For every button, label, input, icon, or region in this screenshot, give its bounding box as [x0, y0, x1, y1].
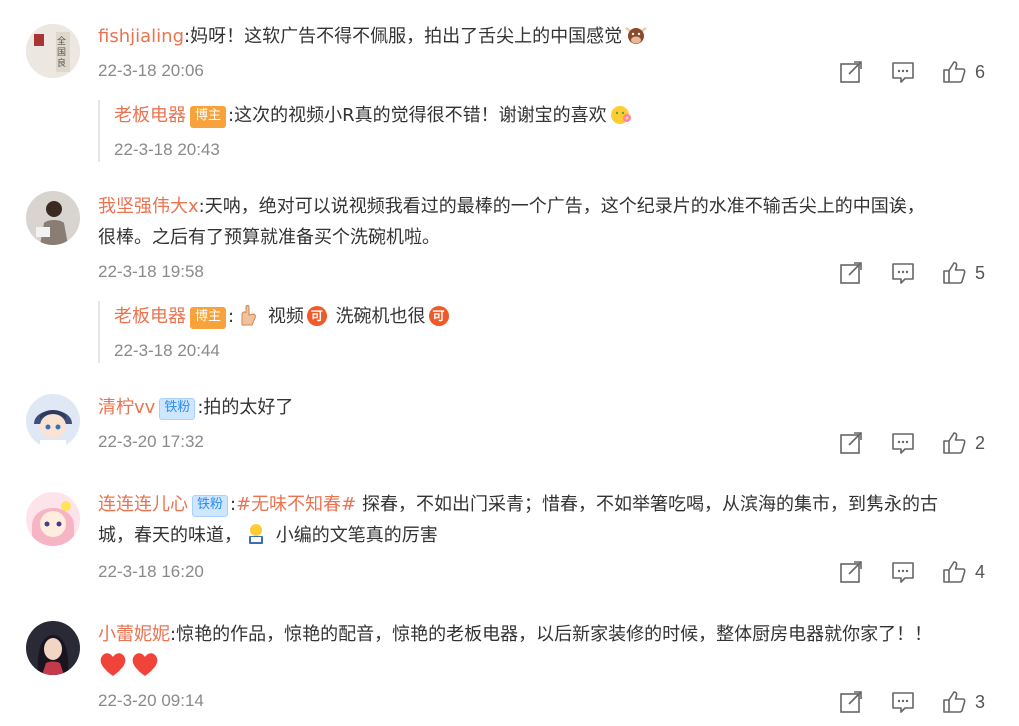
svg-text:全: 全 [57, 35, 66, 47]
avatar[interactable]: 全 国 良 [26, 24, 80, 78]
comment-content: 拍的太好了 [203, 397, 294, 418]
share-icon [838, 559, 864, 585]
comment-time: 22-3-18 19:58 [98, 262, 204, 281]
fan-badge: 铁粉 [159, 398, 196, 420]
comment-icon [890, 430, 916, 456]
comment-content-line2a: 城，春天的味道， [98, 525, 242, 546]
svg-text:国: 国 [57, 47, 66, 58]
like-count: 3 [975, 691, 986, 712]
reply-button[interactable] [890, 687, 916, 717]
hashtag-link[interactable]: #无味不知春# [236, 494, 356, 515]
like-button[interactable]: 4 [941, 557, 985, 587]
share-button[interactable] [838, 557, 864, 587]
like-icon [941, 430, 967, 456]
like-count: 4 [975, 561, 986, 582]
like-icon [941, 260, 967, 286]
share-icon [838, 430, 864, 456]
reply-item: 老板电器 博主:这次的视频小R真的觉得很不错！谢谢宝的喜欢 22-3-18 20:… [98, 100, 995, 162]
share-button[interactable] [838, 258, 864, 288]
like-icon [941, 59, 967, 85]
reply-time: 22-3-18 20:44 [114, 341, 220, 360]
share-button[interactable] [838, 57, 864, 87]
share-icon [838, 260, 864, 286]
blogger-badge: 博主 [190, 307, 227, 329]
comment-actions: 2 [838, 428, 998, 458]
comment-content-line1: 天呐，绝对可以说视频我看过的最棒的一个广告，这个纪录片的水准不输舌尖上的中国诶， [204, 196, 925, 217]
comment-content-line2: 很棒。之后有了预算就准备买个洗碗机啦。 [98, 227, 440, 248]
like-count: 5 [975, 262, 986, 283]
ke-icon: 可 [306, 306, 327, 326]
comment-content-line1: 探春，不如出门采青；惜春，不如举箸吃喝，从滨海的集市，到隽永的古 [356, 494, 938, 515]
reply-button[interactable] [890, 428, 916, 458]
comment-icon [890, 260, 916, 286]
reply-segment-1: 视频 [267, 306, 304, 327]
reading-emoji-icon [249, 524, 263, 544]
comment-icon [890, 689, 916, 715]
comment-username[interactable]: fishjialing [98, 26, 184, 47]
avatar[interactable] [26, 621, 80, 675]
comment-icon [890, 559, 916, 585]
blogger-badge: 博主 [190, 106, 227, 128]
reply-button[interactable] [890, 258, 916, 288]
reply-username[interactable]: 老板电器 [114, 306, 186, 327]
reply-text: 老板电器 博主:这次的视频小R真的觉得很不错！谢谢宝的喜欢 [114, 100, 635, 131]
share-button[interactable] [838, 687, 864, 717]
avatar[interactable] [26, 394, 80, 448]
comment-icon [890, 59, 916, 85]
like-icon [941, 689, 967, 715]
comment-text: 连连连儿心 铁粉:#无味不知春# 探春，不如出门采青；惜春，不如举箸吃喝，从滨海的… [98, 494, 938, 546]
reply-item: 老板电器 博主: 视频可 洗碗机也很可 22-3-18 20:44 [98, 301, 995, 363]
like-button[interactable]: 2 [941, 428, 985, 458]
like-count: 6 [975, 61, 986, 82]
fan-badge: 铁粉 [192, 495, 229, 517]
comment-text: 我坚强伟大x:天呐，绝对可以说视频我看过的最棒的一个广告，这个纪录片的水准不输舌… [98, 196, 925, 248]
comment-content: 惊艳的作品，惊艳的配音，惊艳的老板电器，以后新家装修的时候，整体厨房电器就你家了… [176, 624, 933, 645]
ox-emoji-icon [625, 27, 647, 44]
comment-actions: 6 [838, 57, 998, 87]
comment-time: 22-3-20 17:32 [98, 432, 204, 451]
ke-icon: 可 [428, 306, 449, 326]
share-button[interactable] [838, 428, 864, 458]
like-button[interactable]: 3 [941, 687, 985, 717]
comment-time: 22-3-18 16:20 [98, 562, 204, 581]
comment-actions: 3 [838, 687, 998, 717]
like-button[interactable]: 5 [941, 258, 985, 288]
comment-content-line2b: 小编的文笔真的厉害 [270, 525, 438, 546]
reply-time: 22-3-18 20:43 [114, 140, 220, 159]
share-icon [838, 689, 864, 715]
comment-text: 清柠vv 铁粉:拍的太好了 [98, 397, 294, 420]
pointing-hand-emoji-icon [241, 305, 256, 326]
heart-icon [130, 650, 160, 678]
share-icon [838, 59, 864, 85]
comment-time: 22-3-20 09:14 [98, 691, 204, 710]
comment-text: fishjialing:妈呀！这软广告不得不佩服，拍出了舌尖上的中国感觉 [98, 21, 993, 52]
comment-content: 妈呀！这软广告不得不佩服，拍出了舌尖上的中国感觉 [190, 26, 623, 47]
reply-username[interactable]: 老板电器 [114, 105, 186, 126]
svg-text:良: 良 [57, 57, 66, 69]
like-button[interactable]: 6 [941, 57, 985, 87]
avatar[interactable] [26, 191, 80, 245]
flower-face-emoji-icon [610, 106, 631, 124]
reply-segment-2: 洗碗机也很 [335, 306, 426, 327]
avatar[interactable] [26, 492, 80, 546]
like-icon [941, 559, 967, 585]
comment-actions: 5 [838, 258, 998, 288]
comment-time: 22-3-18 20:06 [98, 61, 204, 80]
reply-text: 老板电器 博主: 视频可 洗碗机也很可 [114, 301, 452, 332]
reply-button[interactable] [890, 57, 916, 87]
comment-text: 小蕾妮妮:惊艳的作品，惊艳的配音，惊艳的老板电器，以后新家装修的时候，整体厨房电… [98, 619, 993, 682]
comment-username[interactable]: 连连连儿心 [98, 494, 188, 515]
reply-content: 这次的视频小R真的觉得很不错！谢谢宝的喜欢 [234, 105, 607, 126]
comment-username[interactable]: 小蕾妮妮 [98, 624, 170, 645]
comment-username[interactable]: 我坚强伟大x [98, 196, 199, 217]
comment-username[interactable]: 清柠vv [98, 397, 155, 418]
heart-icon [98, 650, 128, 678]
comment-actions: 4 [838, 557, 998, 587]
reply-button[interactable] [890, 557, 916, 587]
like-count: 2 [975, 432, 986, 453]
